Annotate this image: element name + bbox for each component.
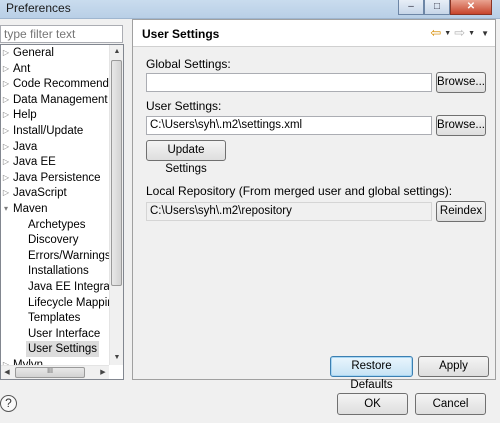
global-settings-label: Global Settings: <box>146 57 231 71</box>
collapsed-arrow-icon[interactable]: ▷ <box>1 107 11 123</box>
tree-item-label: Install/Update <box>13 125 84 137</box>
user-browse-button[interactable]: Browse... <box>436 115 486 136</box>
local-repository-field: C:\Users\syh\.m2\repository <box>146 202 432 221</box>
tree-item-label: Discovery <box>28 234 79 247</box>
minimize-button[interactable]: – <box>398 0 424 15</box>
window-title: Preferences <box>6 1 71 15</box>
ok-button[interactable]: OK <box>337 393 408 415</box>
user-settings-label: User Settings: <box>146 99 222 113</box>
page-header: User Settings ⇦ ▼ ⇨ ▼ ▼ <box>133 20 495 47</box>
forward-dropdown-icon[interactable]: ▼ <box>468 30 475 37</box>
tree-item-label: Installations <box>28 265 89 278</box>
close-button[interactable]: ✕ <box>450 0 492 15</box>
reindex-button[interactable]: Reindex <box>436 201 486 222</box>
scroll-down-icon[interactable]: ▼ <box>110 351 123 365</box>
scroll-right-icon[interactable]: ▶ <box>97 366 109 379</box>
back-dropdown-icon[interactable]: ▼ <box>444 30 451 37</box>
local-repository-label: Local Repository (From merged user and g… <box>146 184 453 198</box>
filter-input[interactable] <box>0 25 123 43</box>
forward-arrow-icon[interactable]: ⇨ <box>454 26 465 40</box>
update-settings-button[interactable]: Update Settings <box>146 140 226 175</box>
cancel-button[interactable]: Cancel <box>415 393 486 415</box>
expanded-arrow-icon[interactable]: ▾ <box>1 201 11 217</box>
apply-button[interactable]: Apply <box>418 356 489 377</box>
collapsed-arrow-icon[interactable]: ▷ <box>1 76 11 92</box>
scroll-left-icon[interactable]: ◀ <box>1 366 13 379</box>
tree-item-label: JavaScript <box>13 187 67 200</box>
tree-item-label: Archetypes <box>28 218 86 231</box>
tree-item-label: General <box>13 47 54 59</box>
collapsed-arrow-icon[interactable]: ▷ <box>1 123 11 139</box>
horizontal-scroll-thumb[interactable]: III <box>15 367 85 378</box>
view-menu-icon[interactable]: ▼ <box>481 29 489 38</box>
maximize-button[interactable]: □ <box>424 0 450 15</box>
tree-item-label: Errors/Warnings <box>28 249 111 262</box>
collapsed-arrow-icon[interactable]: ▷ <box>1 154 11 170</box>
tree-item-label: Code Recommenders <box>13 78 124 91</box>
collapsed-arrow-icon[interactable]: ▷ <box>1 185 11 201</box>
tree-item-label: User Settings <box>26 341 100 358</box>
title-bar: Preferences – □ ✕ <box>0 0 500 19</box>
tree-item-label: Maven <box>13 203 48 215</box>
tree-item-label: Java Persistence <box>13 171 101 184</box>
tree-item-label: Java EE <box>13 156 56 169</box>
global-settings-field[interactable] <box>146 73 432 92</box>
tree-item-label: Ant <box>13 62 31 75</box>
window-controls: – □ ✕ <box>398 0 492 15</box>
collapsed-arrow-icon[interactable]: ▷ <box>1 170 11 186</box>
scroll-up-icon[interactable]: ▲ <box>110 45 123 59</box>
back-arrow-icon[interactable]: ⇦ <box>430 26 441 40</box>
collapsed-arrow-icon[interactable]: ▷ <box>1 139 11 155</box>
horizontal-scrollbar[interactable]: ◀ III ▶ <box>1 365 109 379</box>
restore-defaults-button[interactable]: Restore Defaults <box>330 356 413 391</box>
tree-item-label: Java <box>13 140 38 153</box>
preferences-tree: ▷ General ▷ Ant ▷ Code Recommenders ▷ Data Mana… <box>0 44 124 380</box>
tree-item-label: Templates <box>28 312 81 325</box>
tree-item-label: Data Management <box>13 93 108 106</box>
collapsed-arrow-icon[interactable]: ▷ <box>1 45 11 61</box>
tree-item-label: User Interface <box>28 327 101 340</box>
preference-page: User Settings ⇦ ▼ ⇨ ▼ ▼ Global Settings:… <box>132 19 496 391</box>
user-settings-field[interactable]: C:\Users\syh\.m2\settings.xml <box>146 116 432 135</box>
help-icon[interactable]: ? <box>0 395 17 412</box>
global-browse-button[interactable]: Browse... <box>436 72 486 93</box>
collapsed-arrow-icon[interactable]: ▷ <box>1 61 11 77</box>
page-navigation: ⇦ ▼ ⇨ ▼ ▼ <box>430 26 489 40</box>
page-title: User Settings <box>142 27 220 41</box>
tree-item-label: Help <box>13 109 37 122</box>
vertical-scroll-thumb[interactable] <box>111 60 122 286</box>
vertical-scrollbar[interactable]: ▲ ▼ <box>109 45 123 365</box>
collapsed-arrow-icon[interactable]: ▷ <box>1 92 11 108</box>
